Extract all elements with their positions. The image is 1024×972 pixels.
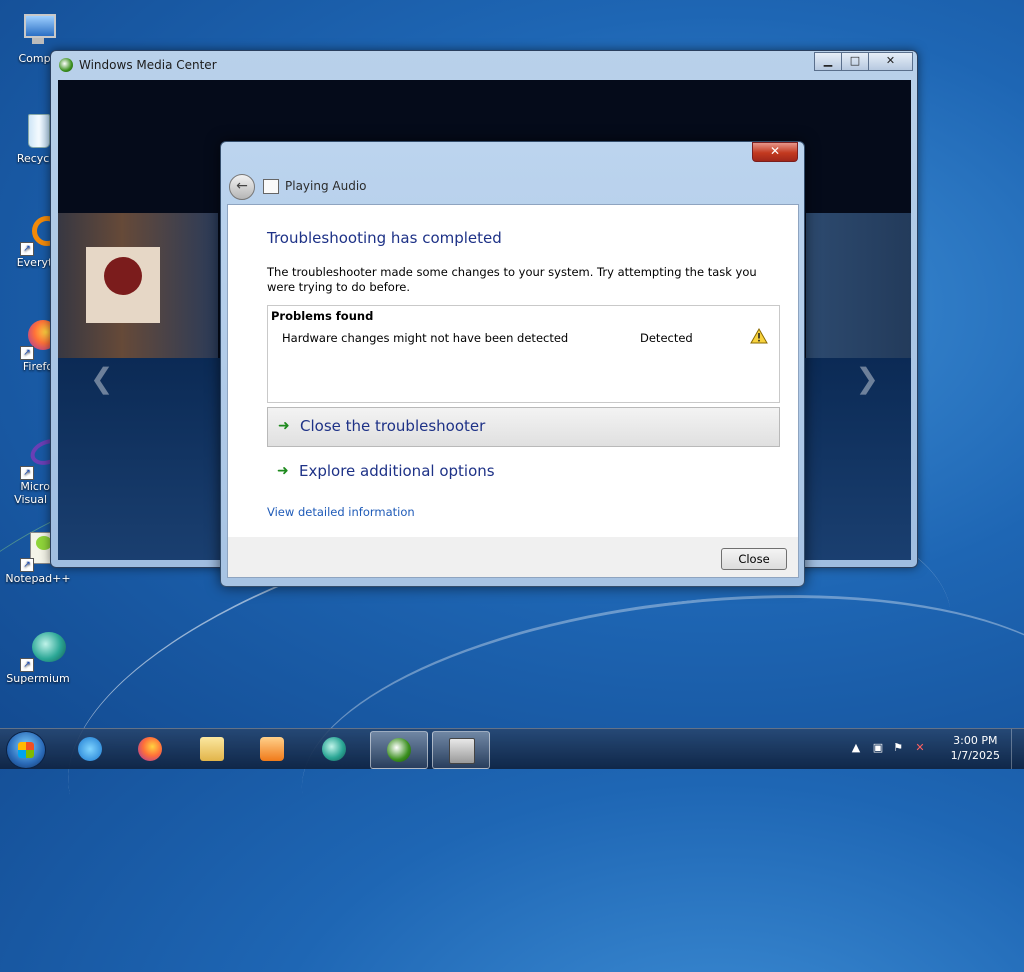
page-heading: Troubleshooting has completed bbox=[267, 229, 502, 247]
troubleshooter-app-icon bbox=[263, 179, 279, 194]
description-text: The troubleshooter made some changes to … bbox=[267, 265, 757, 294]
internet-explorer-icon bbox=[78, 737, 102, 761]
show-hidden-icons-icon[interactable]: ▲ bbox=[849, 741, 863, 755]
clock-time: 3:00 PM bbox=[953, 734, 998, 747]
warning-icon bbox=[750, 328, 768, 344]
show-desktop-button[interactable] bbox=[1011, 729, 1024, 769]
close-troubleshooter-action[interactable]: ➜ Close the troubleshooter bbox=[267, 407, 780, 447]
taskbar-troubleshooter[interactable] bbox=[432, 731, 490, 769]
troubleshooter-icon bbox=[449, 738, 475, 764]
green-arrow-icon: ➜ bbox=[277, 463, 289, 479]
taskbar: ▲ ▣ ⚑ ✕ 3:00 PM 1/7/2025 bbox=[0, 728, 1024, 769]
explore-options-action[interactable]: ➜ Explore additional options bbox=[267, 453, 778, 491]
dialog-close-button[interactable]: ✕ bbox=[752, 142, 798, 162]
dialog-body: Troubleshooting has completed The troubl… bbox=[227, 204, 799, 539]
taskbar-supermium[interactable] bbox=[306, 731, 362, 767]
window-controls: ▁ □ ✕ bbox=[814, 52, 913, 71]
windows-logo-icon bbox=[18, 742, 34, 758]
supermium-icon bbox=[322, 737, 346, 761]
dialog-title: Playing Audio bbox=[285, 179, 367, 193]
shortcut-arrow-icon: ↗ bbox=[20, 242, 34, 256]
desktop-icon-supermium[interactable]: ↗ Supermium bbox=[0, 630, 76, 685]
problems-header: Problems found bbox=[271, 309, 374, 323]
maximize-button[interactable]: □ bbox=[841, 52, 869, 71]
green-arrow-icon: ➜ bbox=[278, 418, 290, 434]
volume-muted-icon[interactable]: ✕ bbox=[913, 741, 927, 755]
taskbar-windows-media-center[interactable] bbox=[370, 731, 428, 769]
taskbar-file-explorer[interactable] bbox=[184, 731, 240, 767]
problems-panel: Problems found Hardware changes might no… bbox=[267, 305, 780, 403]
windows-media-center-icon bbox=[387, 738, 411, 762]
close-button[interactable]: Close bbox=[721, 548, 787, 570]
desktop-icon-label: Supermium bbox=[6, 672, 70, 685]
shortcut-arrow-icon: ↗ bbox=[20, 346, 34, 360]
action-center-flag-icon[interactable]: ⚑ bbox=[891, 741, 905, 755]
left-arrow-icon[interactable]: ❮ bbox=[90, 362, 113, 395]
shortcut-arrow-icon: ↗ bbox=[20, 466, 34, 480]
file-explorer-icon bbox=[200, 737, 224, 761]
close-button[interactable]: ✕ bbox=[868, 52, 913, 71]
action-label: Explore additional options bbox=[299, 462, 495, 480]
network-icon[interactable]: ▣ bbox=[871, 741, 885, 755]
troubleshooter-dialog[interactable]: ✕ ← Playing Audio Troubleshooting has co… bbox=[220, 141, 805, 587]
album-art-strip-right bbox=[806, 213, 911, 358]
media-center-logo-icon bbox=[59, 58, 73, 72]
dialog-footer: Close bbox=[227, 537, 799, 578]
window-title: Windows Media Center bbox=[79, 58, 217, 72]
computer-icon bbox=[18, 10, 58, 50]
desktop-icon-label: Notepad++ bbox=[5, 572, 71, 585]
supermium-icon: ↗ bbox=[18, 630, 66, 672]
action-label: Close the troubleshooter bbox=[300, 417, 486, 435]
start-button[interactable] bbox=[6, 731, 46, 769]
right-arrow-icon[interactable]: ❯ bbox=[856, 362, 879, 395]
problem-status: Detected bbox=[640, 331, 693, 345]
taskbar-internet-explorer[interactable] bbox=[62, 731, 118, 767]
clock[interactable]: 3:00 PM 1/7/2025 bbox=[951, 733, 1000, 763]
problem-description: Hardware changes might not have been det… bbox=[282, 331, 569, 345]
view-details-link[interactable]: View detailed information bbox=[267, 505, 415, 519]
clock-date: 1/7/2025 bbox=[950, 749, 1000, 762]
taskbar-firefox[interactable] bbox=[122, 731, 178, 767]
shortcut-arrow-icon: ↗ bbox=[20, 658, 34, 672]
system-tray: ▲ ▣ ⚑ ✕ 3:00 PM 1/7/2025 bbox=[839, 729, 1024, 769]
album-cover bbox=[86, 247, 160, 323]
media-player-icon bbox=[260, 737, 284, 761]
minimize-button[interactable]: ▁ bbox=[814, 52, 842, 71]
firefox-icon bbox=[138, 737, 162, 761]
shortcut-arrow-icon: ↗ bbox=[20, 558, 34, 572]
back-arrow-icon[interactable]: ← bbox=[229, 174, 255, 200]
taskbar-media-player[interactable] bbox=[244, 731, 300, 767]
